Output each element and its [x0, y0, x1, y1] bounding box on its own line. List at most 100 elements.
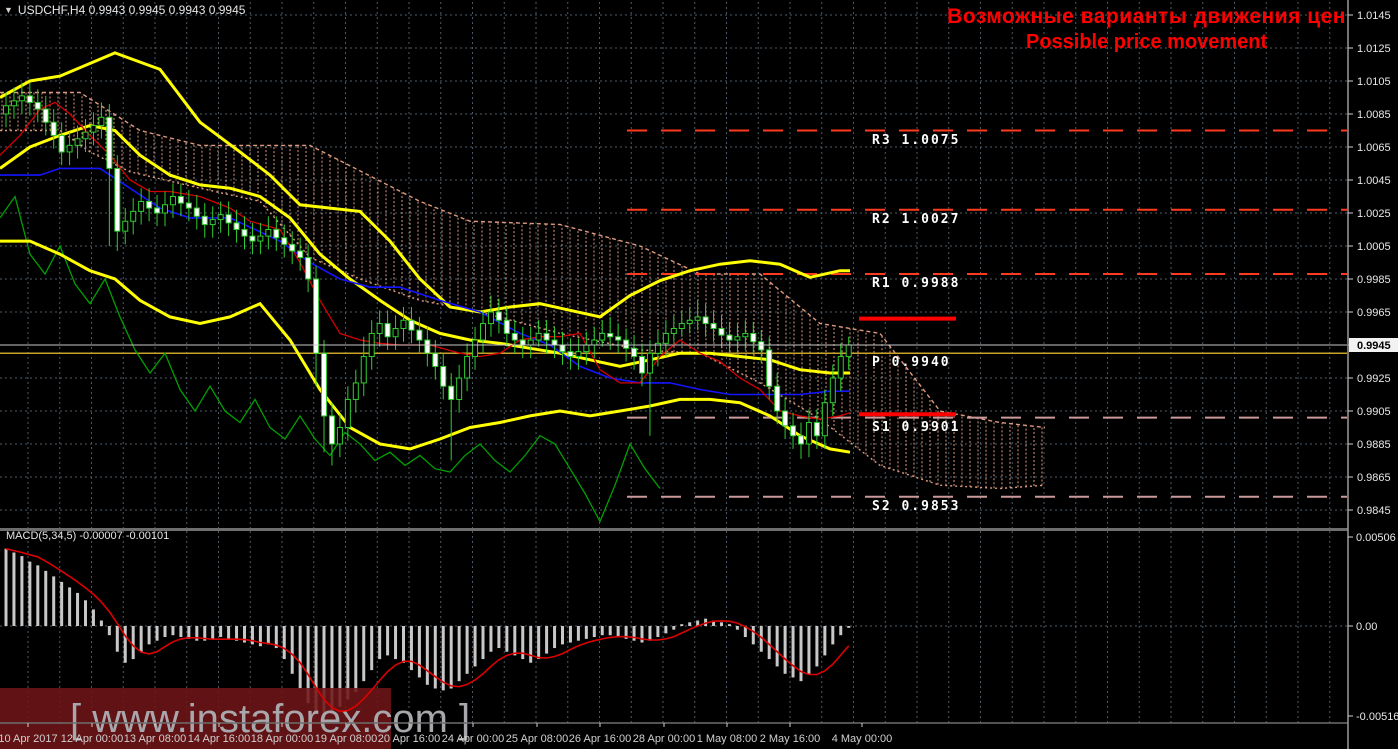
candle-body — [560, 345, 565, 352]
price-axis-label: 1.0125 — [1357, 43, 1391, 55]
candle-body — [663, 333, 668, 343]
candle-body — [632, 348, 637, 356]
candle-body — [759, 342, 764, 350]
candle-body — [679, 324, 684, 329]
candle-body — [528, 340, 533, 345]
annotation-line-en: Possible price movement — [947, 30, 1346, 54]
candle-body — [11, 101, 16, 106]
candle-body — [345, 399, 350, 427]
candle-body — [4, 106, 9, 114]
candle-body — [536, 333, 541, 340]
candle-body — [425, 340, 430, 353]
candle-body — [751, 333, 756, 341]
candle-body — [147, 201, 152, 208]
candle-body — [306, 258, 311, 279]
candle-body — [791, 426, 796, 436]
time-axis-label: 20 Apr 16:00 — [378, 733, 440, 745]
candle-body — [727, 335, 732, 340]
price-axis-label: 0.9925 — [1357, 373, 1391, 385]
level-label-p: P 0.9940 — [872, 355, 951, 370]
candle-body — [695, 317, 700, 320]
candle-body — [624, 340, 629, 348]
trading-chart-window: [ www.instaforex.com ]1.01451.01251.0105… — [0, 0, 1398, 749]
candle-body — [298, 251, 303, 258]
candle-body — [234, 223, 239, 230]
candle-body — [91, 126, 96, 133]
candle-body — [481, 324, 486, 341]
macd-axis-label: -0.00516 — [1356, 711, 1398, 723]
candle-body — [576, 352, 581, 357]
level-label-s2: S2 0.9853 — [872, 499, 960, 514]
candle-body — [449, 386, 454, 399]
candle-body — [210, 220, 215, 225]
candle-body — [568, 352, 573, 357]
price-chart-canvas[interactable]: [ www.instaforex.com ]1.01451.01251.0105… — [0, 0, 1398, 749]
candle-body — [520, 340, 525, 345]
candle-body — [67, 145, 72, 152]
candle-body — [329, 416, 334, 444]
candle-body — [552, 340, 557, 345]
candle-body — [170, 197, 175, 205]
current-price-badge-text: 0.9945 — [1357, 340, 1391, 352]
candle-body — [43, 109, 48, 122]
candle-body — [775, 386, 780, 411]
candle-body — [496, 312, 501, 320]
level-label-r2: R2 1.0027 — [872, 212, 960, 227]
time-axis-label: 13 Apr 08:00 — [124, 733, 186, 745]
candle-body — [266, 230, 271, 237]
chart-title: USDCHF,H4 0.9943 0.9945 0.9943 0.9945 — [18, 3, 246, 17]
candle-body — [616, 337, 621, 340]
candle-body — [163, 205, 168, 213]
candle-body — [314, 279, 319, 353]
candle-body — [822, 403, 827, 436]
candle-body — [441, 366, 446, 386]
time-axis-label: 4 May 00:00 — [832, 733, 893, 745]
candle-body — [218, 215, 223, 220]
candle-body — [711, 324, 716, 329]
candle-body — [417, 330, 422, 340]
macd-axis-label: 0.00506 — [1356, 532, 1396, 544]
candle-body — [83, 132, 88, 139]
candle-body — [735, 337, 740, 340]
candle-body — [473, 340, 478, 357]
time-axis-label: 25 Apr 08:00 — [506, 733, 568, 745]
price-axis-label: 1.0145 — [1357, 10, 1391, 22]
candle-body — [504, 320, 509, 333]
candle-body — [322, 353, 327, 416]
price-axis-label: 0.9965 — [1357, 307, 1391, 319]
candle-body — [99, 117, 104, 125]
candle-body — [27, 96, 32, 103]
candle-body — [274, 230, 279, 238]
candle-body — [719, 329, 724, 336]
candle-body — [290, 244, 295, 251]
candle-body — [242, 230, 247, 237]
price-axis-label: 0.9885 — [1357, 439, 1391, 451]
candle-body — [512, 333, 517, 340]
candle-body — [584, 345, 589, 352]
candle-body — [814, 423, 819, 436]
price-axis-label: 1.0085 — [1357, 109, 1391, 121]
candle-body — [433, 353, 438, 366]
candle-body — [131, 211, 136, 221]
candle-body — [393, 329, 398, 337]
candle-body — [544, 333, 549, 340]
candle-body — [353, 383, 358, 400]
analyst-annotation: Возможные варианты движения цен Possible… — [947, 4, 1346, 54]
chart-dropdown-icon[interactable]: ▼ — [4, 6, 13, 15]
candle-body — [488, 312, 493, 324]
candle-body — [671, 329, 676, 334]
candle-body — [139, 201, 144, 211]
candle-body — [337, 428, 342, 445]
candle-body — [600, 333, 605, 340]
pane-divider — [0, 528, 1398, 531]
candle-body — [282, 238, 287, 245]
candle-body — [592, 340, 597, 345]
macd-axis-label: 0.00 — [1356, 621, 1377, 633]
time-axis-label: 12 Apr 00:00 — [61, 733, 123, 745]
time-axis-label: 28 Apr 00:00 — [633, 733, 695, 745]
price-axis-label: 1.0025 — [1357, 208, 1391, 220]
candle-body — [401, 320, 406, 328]
time-axis-label: 24 Apr 00:00 — [442, 733, 504, 745]
level-label-r1: R1 0.9988 — [872, 276, 960, 291]
price-axis-label: 1.0065 — [1357, 142, 1391, 154]
